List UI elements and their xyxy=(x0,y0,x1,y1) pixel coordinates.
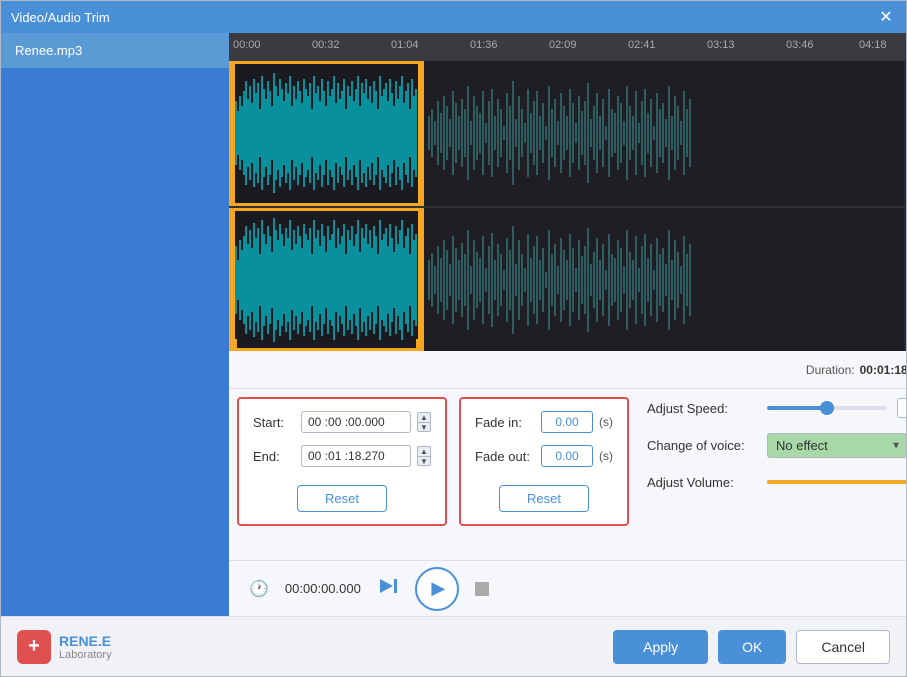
export-button[interactable] xyxy=(377,575,399,603)
voice-row: Change of voice: No effect Male Female C… xyxy=(647,433,906,458)
close-button[interactable]: ✕ xyxy=(876,7,896,27)
voice-select-wrapper: No effect Male Female Child ▼ xyxy=(767,433,906,458)
volume-row: Adjust Volume: % xyxy=(647,472,906,492)
end-input[interactable] xyxy=(301,445,411,467)
main-window: Video/Audio Trim ✕ Renee.mp3 00:00 00:32… xyxy=(0,0,907,677)
waveform-bottom-unselected-svg xyxy=(424,208,904,351)
title-bar: Video/Audio Trim ✕ xyxy=(1,1,906,33)
trim-handle-right-bottom[interactable] xyxy=(418,208,424,351)
fade-in-row: Fade in: (s) xyxy=(475,411,613,433)
start-spin-up[interactable]: ▲ xyxy=(417,412,431,422)
play-icon: ▶ xyxy=(431,578,445,599)
fade-in-input[interactable] xyxy=(541,411,593,433)
trim-box: Start: ▲ ▼ End: ▲ ▼ xyxy=(237,397,447,526)
trim-handle-right-top[interactable] xyxy=(418,61,424,206)
timeline-area: 00:00 00:32 01:04 01:36 02:09 02:41 03:1… xyxy=(229,33,906,351)
transport-bar: 🕐 00:00:00.000 ▶ xyxy=(229,560,906,616)
start-label: Start: xyxy=(253,415,293,430)
duration-value: 00:01:18.270 xyxy=(860,363,906,377)
start-spin-down[interactable]: ▼ xyxy=(417,422,431,432)
cancel-button[interactable]: Cancel xyxy=(796,630,890,664)
end-row: End: ▲ ▼ xyxy=(253,445,431,467)
trim-reset-row: Reset xyxy=(253,481,431,512)
waveform-bottom-selected-svg xyxy=(229,208,424,351)
ok-button[interactable]: OK xyxy=(718,630,786,664)
main-panel: 00:00 00:32 01:04 01:36 02:09 02:41 03:1… xyxy=(229,33,906,616)
fade-in-label: Fade in: xyxy=(475,415,535,430)
sidebar: Renee.mp3 xyxy=(1,33,229,616)
logo-renee: RENE.E xyxy=(59,633,112,649)
trim-reset-button[interactable]: Reset xyxy=(297,485,387,512)
fade-in-unit: (s) xyxy=(599,415,613,429)
ruler-mark-1: 00:32 xyxy=(312,39,340,51)
transport-time: 00:00:00.000 xyxy=(285,581,361,596)
volume-slider-track[interactable] xyxy=(767,480,906,484)
fade-reset-row: Reset xyxy=(475,481,613,512)
fade-out-row: Fade out: (s) xyxy=(475,445,613,467)
right-controls: Adjust Speed: X ▶ Ch xyxy=(641,397,906,492)
start-row: Start: ▲ ▼ xyxy=(253,411,431,433)
sidebar-item-file[interactable]: Renee.mp3 xyxy=(1,33,229,68)
logo-cross: + xyxy=(17,630,51,664)
window-title: Video/Audio Trim xyxy=(11,10,110,25)
speed-slider-track[interactable] xyxy=(767,406,887,410)
fade-reset-button[interactable]: Reset xyxy=(499,485,589,512)
ruler-mark-0: 00:00 xyxy=(233,39,261,51)
apply-button[interactable]: Apply xyxy=(613,630,708,664)
voice-label: Change of voice: xyxy=(647,438,757,453)
play-button[interactable]: ▶ xyxy=(415,567,459,611)
trim-handle-left-bottom[interactable] xyxy=(229,208,235,351)
fade-box: Fade in: (s) Fade out: (s) Reset xyxy=(459,397,629,526)
speed-value[interactable] xyxy=(897,398,906,418)
volume-label: Adjust Volume: xyxy=(647,475,757,490)
fade-out-input[interactable] xyxy=(541,445,593,467)
voice-select[interactable]: No effect Male Female Child xyxy=(767,433,906,458)
fade-out-unit: (s) xyxy=(599,449,613,463)
ruler-mark-4: 02:09 xyxy=(549,39,577,51)
stop-button[interactable] xyxy=(475,582,489,596)
start-spinner: ▲ ▼ xyxy=(417,412,431,432)
duration-bar: Duration: 00:01:18.270 xyxy=(229,351,906,389)
waveform-top-selected-svg xyxy=(229,61,424,206)
start-input[interactable] xyxy=(301,411,411,433)
ruler-mark-7: 03:46 xyxy=(786,39,814,51)
waveform-bottom xyxy=(229,206,906,351)
content-area: Renee.mp3 00:00 00:32 01:04 01:36 02:09 … xyxy=(1,33,906,616)
end-spin-up[interactable]: ▲ xyxy=(417,446,431,456)
logo-cross-icon: + xyxy=(28,635,40,658)
speed-row: Adjust Speed: X ▶ xyxy=(647,397,906,419)
clock-icon: 🕐 xyxy=(249,579,269,599)
duration-label: Duration: xyxy=(806,363,855,377)
ruler-mark-8: 04:18 xyxy=(859,39,887,51)
ruler-mark-5: 02:41 xyxy=(628,39,656,51)
fade-out-label: Fade out: xyxy=(475,449,535,464)
logo-area: + RENE.E Laboratory xyxy=(17,630,112,664)
footer: + RENE.E Laboratory Apply OK Cancel xyxy=(1,616,906,676)
ruler-mark-2: 01:04 xyxy=(391,39,419,51)
footer-buttons: Apply OK Cancel xyxy=(613,630,890,664)
ruler-marks: 00:00 00:32 01:04 01:36 02:09 02:41 03:1… xyxy=(229,33,906,61)
end-spinner: ▲ ▼ xyxy=(417,446,431,466)
logo-lab: Laboratory xyxy=(59,649,112,661)
end-label: End: xyxy=(253,449,293,464)
controls-area: Start: ▲ ▼ End: ▲ ▼ xyxy=(229,389,906,560)
logo-text: RENE.E Laboratory xyxy=(59,633,112,661)
waveform-top xyxy=(229,61,906,206)
ruler-mark-3: 01:36 xyxy=(470,39,498,51)
speed-label: Adjust Speed: xyxy=(647,401,757,416)
end-spin-down[interactable]: ▼ xyxy=(417,456,431,466)
timeline-ruler: 00:00 00:32 01:04 01:36 02:09 02:41 03:1… xyxy=(229,33,906,61)
ruler-mark-6: 03:13 xyxy=(707,39,735,51)
trim-handle-left-top[interactable] xyxy=(229,61,235,206)
waveform-top-unselected-svg xyxy=(424,61,904,206)
